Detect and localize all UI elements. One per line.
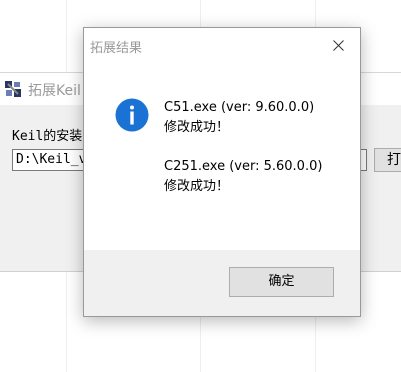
close-icon: [333, 40, 344, 51]
result-dialog: 拓展结果 C51.exe (ver: 9.60.0.0) 修改成功！ C251.…: [83, 27, 361, 317]
app-icon: [4, 80, 22, 98]
message-line-c251-status: 修改成功！: [164, 179, 230, 194]
message-line-c251-version: C251.exe (ver: 5.60.0.0): [164, 159, 323, 174]
dialog-title: 拓展结果: [90, 41, 143, 56]
background-window-title: 拓展Keil: [28, 83, 81, 99]
dialog-button-area: 确定: [84, 250, 360, 316]
close-button[interactable]: [316, 28, 360, 62]
info-icon: [115, 98, 149, 132]
message-text: C51.exe (ver: 9.60.0.0) 修改成功！ C251.exe (…: [164, 98, 322, 197]
open-button[interactable]: 打: [374, 148, 401, 172]
ok-button[interactable]: 确定: [229, 267, 334, 297]
message-line-c51-version: C51.exe (ver: 9.60.0.0): [164, 100, 315, 115]
message-line-c51-status: 修改成功！: [164, 120, 230, 135]
install-path-label: Keil的安装: [12, 129, 83, 144]
